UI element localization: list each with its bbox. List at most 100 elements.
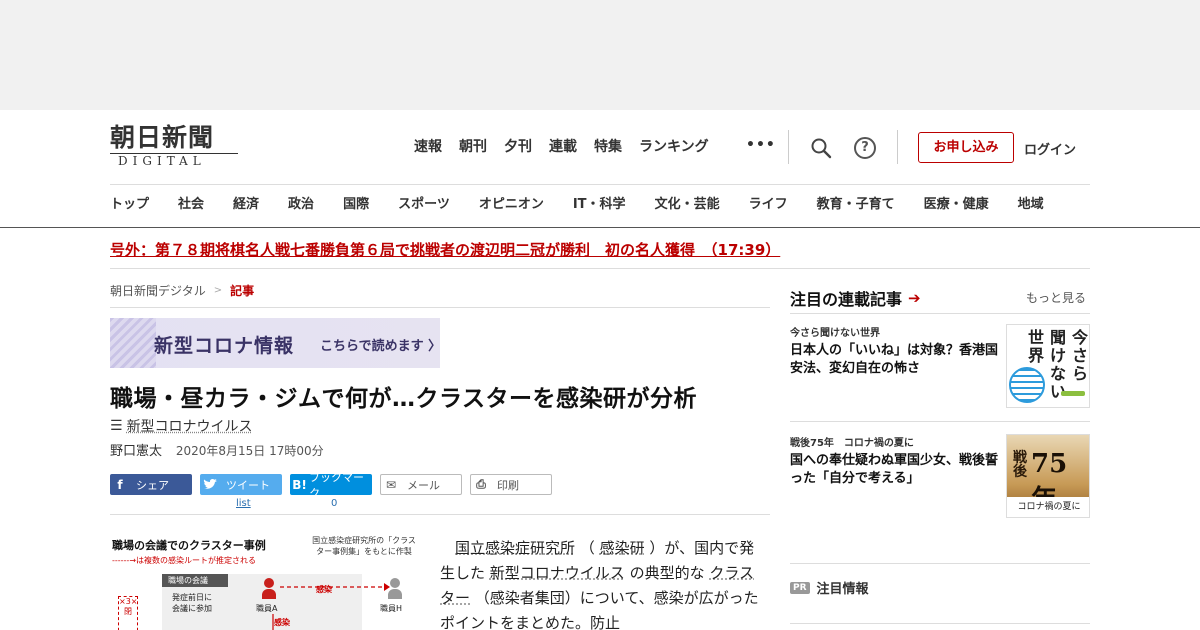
mail-share-button[interactable]: ✉ メール	[380, 474, 462, 495]
mail-icon: ✉	[385, 477, 397, 492]
breaking-news-link[interactable]: 号外：第７８期将棋名人戦七番勝負第６局で挑戦者の渡辺明二冠が勝利 初の名人獲得 …	[110, 239, 780, 260]
cat-life[interactable]: ライフ	[749, 197, 788, 213]
category-nav: トップ 社会 経済 政治 国際 スポーツ オピニオン IT・科学 文化・芸能 ラ…	[110, 197, 1100, 213]
sidebar-title[interactable]: 注目の連載記事 ➔	[790, 286, 921, 310]
banner-cta: こちらで読めます 〉	[320, 339, 440, 354]
cat-top[interactable]: トップ	[110, 197, 149, 213]
divider	[110, 307, 770, 308]
figure-note: 国立感染症研究所の「クラスター事例集」をもとに作製	[312, 536, 416, 556]
facebook-icon: f	[117, 477, 123, 492]
logo-main-text: 朝日新聞	[110, 123, 215, 152]
body-link-niid[interactable]: 国立感染症研究所	[455, 539, 575, 557]
body-link-covid[interactable]: 新型コロナウイルス	[490, 564, 625, 582]
arrow-right-icon	[280, 583, 390, 591]
logo-sub-label: DIGITAL	[118, 154, 206, 168]
topnav-choukan[interactable]: 朝刊	[459, 138, 487, 156]
pr-title: 注目情報	[816, 582, 869, 597]
mail-share-label: メール	[407, 478, 440, 492]
cat-it-science[interactable]: IT・科学	[573, 197, 626, 213]
airplane-icon	[1061, 391, 1085, 396]
figure-box-text-line: 発症前日に	[172, 593, 212, 602]
cat-opinion[interactable]: オピニオン	[479, 197, 544, 213]
figure-infect-label: 感染	[274, 618, 290, 627]
article-author: 野口憲太	[110, 444, 163, 459]
globe-icon	[1009, 367, 1045, 403]
cat-region[interactable]: 地域	[1018, 197, 1044, 213]
arrow-right-icon: ➔	[908, 289, 921, 307]
cat-education[interactable]: 教育・子育て	[817, 197, 895, 213]
sidebar-item-headline: 国への奉仕疑わぬ軍国少女、戦後誓った「自分で考える」	[790, 453, 999, 486]
help-icon[interactable]: ?	[854, 137, 876, 159]
cat-politics[interactable]: 政治	[288, 197, 314, 213]
thumb-text: 今さら	[1071, 328, 1088, 383]
sidebar-article-item[interactable]: 今さら聞けない世界 日本人の「いいね」は対象？香港国安法、変幻自在の怖さ 今さら…	[790, 324, 1090, 408]
facebook-share-button[interactable]: f シェア	[110, 474, 192, 495]
twitter-count[interactable]: list	[236, 498, 251, 509]
sidebar-article-item[interactable]: 戦後75年 コロナ禍の夏に 国への奉仕疑わぬ軍国少女、戦後誓った「自分で考える」…	[790, 434, 1090, 518]
cat-health[interactable]: 医療・健康	[924, 197, 989, 213]
body-text: の典型的な	[629, 564, 705, 582]
cat-international[interactable]: 国際	[343, 197, 369, 213]
figure-box-heading: 職場の会議	[162, 574, 228, 587]
person-gray-icon	[388, 578, 402, 600]
hatena-bookmark-button[interactable]: B! ブックマーク	[290, 471, 372, 500]
print-label: 印刷	[497, 478, 519, 492]
sidebar-title-label: 注目の連載記事	[790, 290, 903, 309]
topnav-sokuho[interactable]: 速報	[414, 138, 442, 156]
body-text: （	[579, 539, 595, 557]
header-divider-line	[110, 184, 1090, 185]
twitter-bird-icon	[203, 478, 217, 489]
figure-title: 職場の会議でのクラスター事例	[112, 539, 266, 552]
ad-banner-area	[0, 0, 1200, 110]
topnav-ranking[interactable]: ランキング	[639, 138, 709, 156]
divider	[790, 313, 1090, 314]
breadcrumb-current: 記事	[230, 284, 255, 298]
article-title: 職場・昼カラ・ジムで何が…クラスターを感染研が分析	[110, 386, 698, 412]
cat-sports[interactable]: スポーツ	[398, 197, 450, 213]
banner-title: 新型コロナ情報	[154, 335, 295, 357]
sidebar-item-headline: 日本人の「いいね」は対象？香港国安法、変幻自在の怖さ	[790, 343, 999, 376]
facebook-share-label: シェア	[136, 478, 169, 492]
sidebar-item-thumbnail: 今さら 聞けない 世界	[1006, 324, 1090, 408]
article-tag-label: 新型コロナウイルス	[126, 419, 253, 435]
site-header: 朝日新聞 DIGITAL 速報 朝刊 夕刊 連載 特集 ランキング ••• ? …	[0, 110, 1200, 228]
divider	[790, 563, 1090, 564]
top-nav: 速報 朝刊 夕刊 連載 特集 ランキング	[414, 138, 726, 156]
breadcrumb-home[interactable]: 朝日新聞デジタル	[110, 282, 206, 299]
divider	[790, 623, 1090, 624]
logo-sub-text: DIGITAL	[110, 153, 238, 168]
pr-section-header: PR 注目情報	[790, 578, 869, 597]
header-divider	[788, 130, 789, 164]
cluster-diagram-image[interactable]: 職場の会議でのクラスター事例 ------→は複数の感染ルートが推定される 国立…	[110, 530, 418, 630]
print-button[interactable]: ⎙ 印刷	[470, 474, 552, 495]
topnav-rensai[interactable]: 連載	[549, 138, 577, 156]
corona-info-banner[interactable]: 新型コロナ情報 こちらで読めます 〉	[110, 318, 440, 368]
cat-economy[interactable]: 経済	[233, 197, 259, 213]
breadcrumb-separator: >	[213, 285, 223, 296]
article-date: 2020年8月15日 17時00分	[175, 444, 324, 458]
login-link[interactable]: ログイン	[1024, 139, 1076, 158]
subscribe-button[interactable]: お申し込み	[918, 132, 1014, 163]
article-body: 国立感染症研究所 （ 感染研 ）が、国内で発生した 新型コロナウイルス の典型的…	[440, 536, 760, 630]
divider	[110, 514, 770, 515]
cat-culture[interactable]: 文化・芸能	[655, 197, 720, 213]
person-red-icon	[262, 578, 276, 600]
sidebar-more-link[interactable]: もっと見る	[1026, 289, 1086, 306]
figure-box-text: 発症前日に 会議に参加	[172, 592, 212, 614]
more-menu-icon[interactable]: •••	[746, 137, 776, 153]
article-tag[interactable]: ☰ 新型コロナウイルス	[110, 416, 253, 436]
figure-staff-a: 職員A	[256, 604, 278, 613]
divider	[110, 268, 1090, 269]
site-logo[interactable]: 朝日新聞 DIGITAL	[110, 124, 240, 168]
twitter-share-button[interactable]: ツイート	[200, 474, 282, 495]
cat-society[interactable]: 社会	[178, 197, 204, 213]
figure-left-label: ×3×閉	[118, 596, 138, 630]
twitter-share-label: ツイート	[226, 478, 270, 492]
body-text: （感染者集団）について、感染が広がったポイントをまとめた。防止	[440, 589, 759, 630]
figure-box-text-line: 会議に参加	[172, 604, 212, 613]
body-link-kansenken[interactable]: 感染研	[600, 539, 645, 557]
topnav-tokushu[interactable]: 特集	[594, 138, 622, 156]
topnav-yukan[interactable]: 夕刊	[504, 138, 532, 156]
search-icon[interactable]	[810, 137, 832, 159]
figure-infect-label: 感染	[316, 585, 332, 594]
